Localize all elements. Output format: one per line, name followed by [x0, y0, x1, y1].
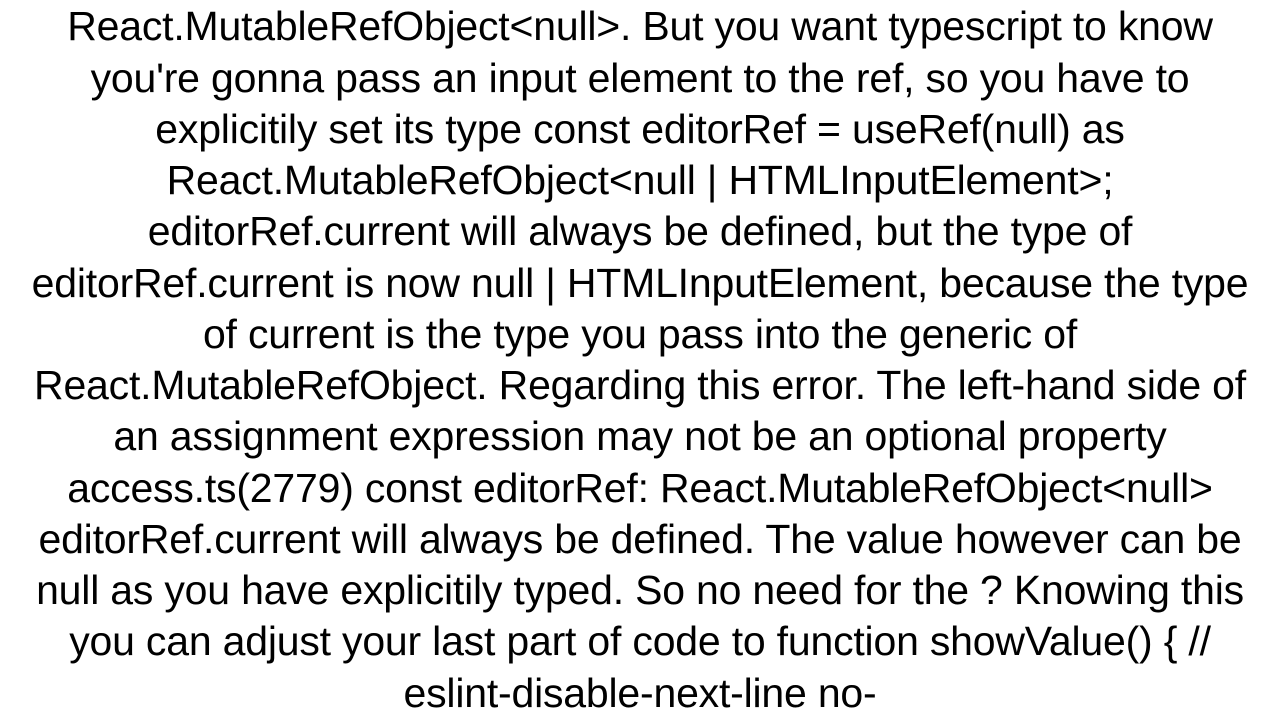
document-body-text: React.MutableRefObject<null>. But you wa… [20, 1, 1260, 719]
document-page: React.MutableRefObject<null>. But you wa… [0, 0, 1280, 720]
